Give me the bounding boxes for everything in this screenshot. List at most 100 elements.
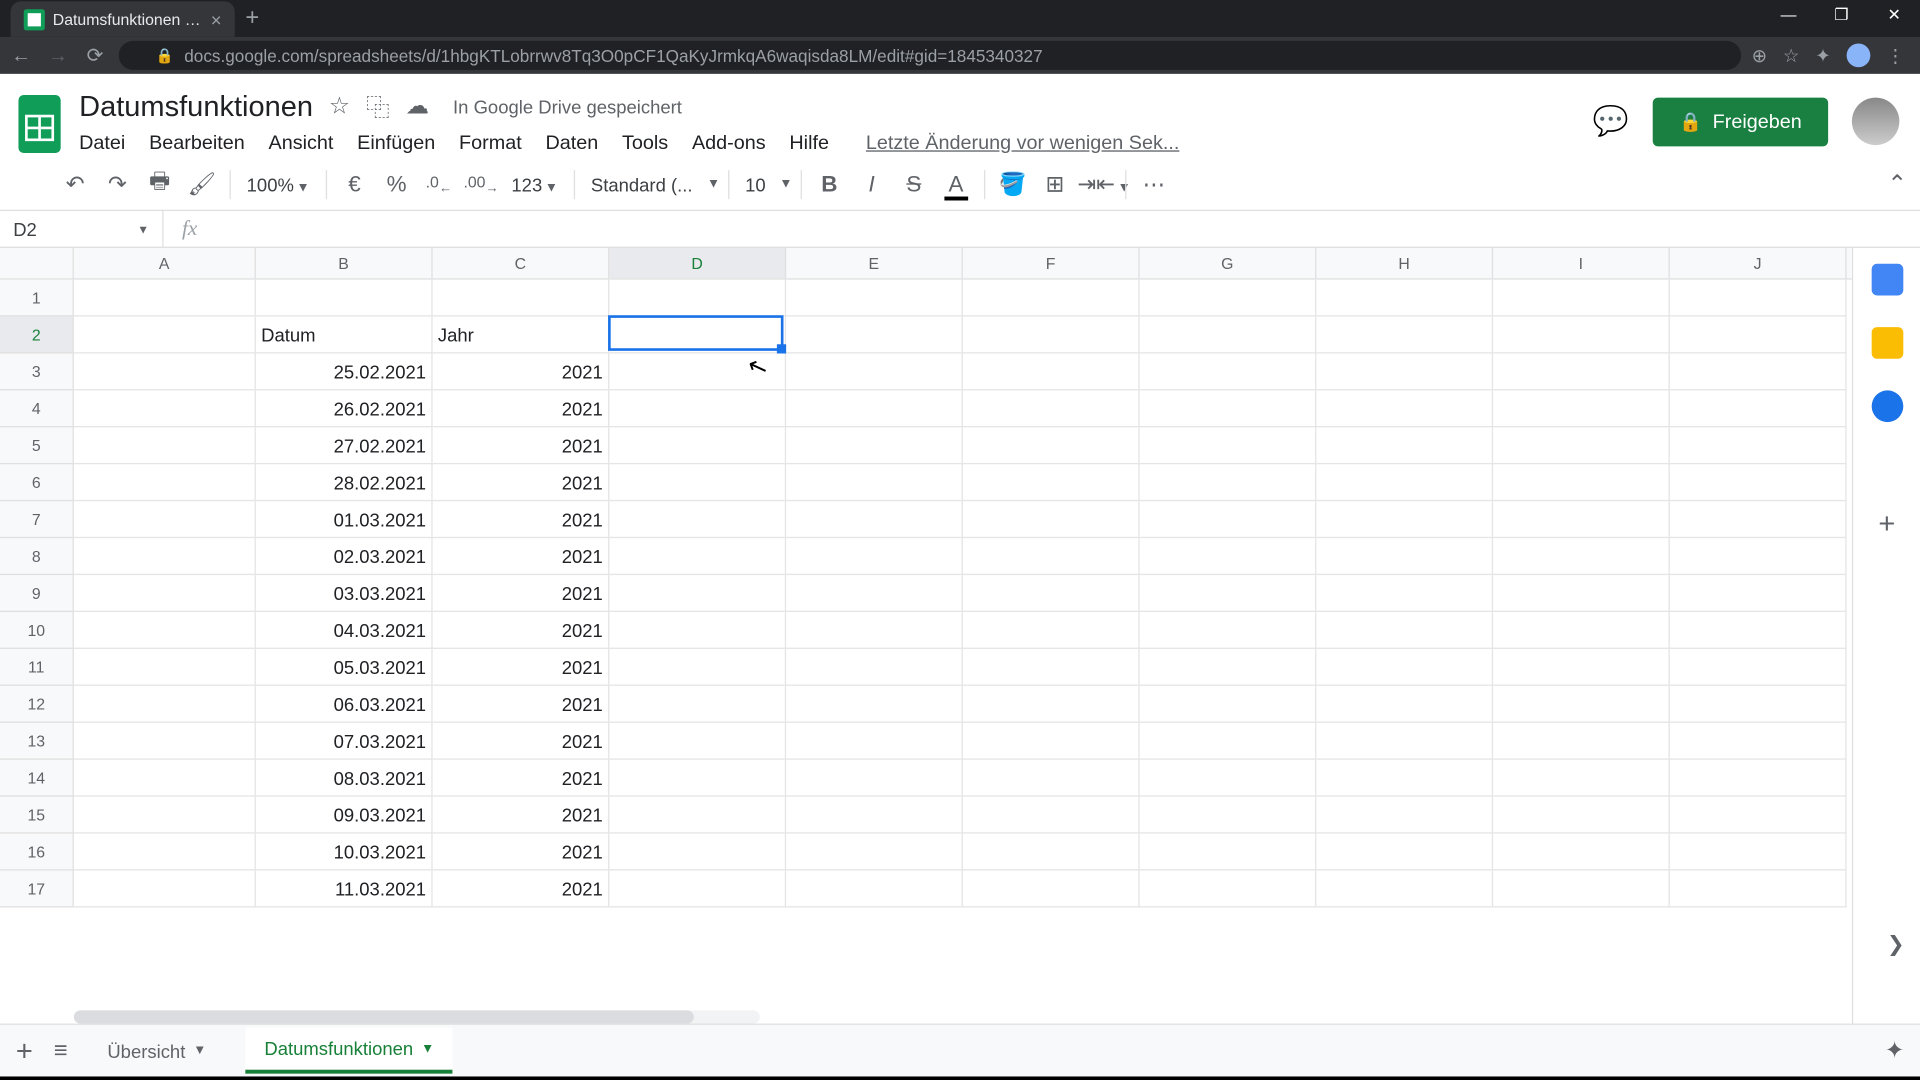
- cell-I11[interactable]: [1493, 649, 1670, 686]
- row-header-17[interactable]: 17: [0, 871, 73, 908]
- bookmark-icon[interactable]: ☆: [1783, 44, 1800, 66]
- cell-D16[interactable]: [609, 834, 786, 871]
- cell-D12[interactable]: [609, 686, 786, 723]
- font-size-dropdown[interactable]: 10: [737, 173, 774, 194]
- cell-E11[interactable]: [786, 649, 963, 686]
- undo-button[interactable]: ↶: [55, 171, 95, 197]
- row-header-13[interactable]: 13: [0, 723, 73, 760]
- print-button[interactable]: 🖶: [140, 165, 180, 203]
- cell-E16[interactable]: [786, 834, 963, 871]
- cell-A13[interactable]: [74, 723, 256, 760]
- cell-A12[interactable]: [74, 686, 256, 723]
- cell-I9[interactable]: [1493, 575, 1670, 612]
- cell-H10[interactable]: [1316, 612, 1493, 649]
- cell-G8[interactable]: [1140, 538, 1317, 575]
- menu-insert[interactable]: Einfügen: [357, 131, 435, 153]
- cell-I12[interactable]: [1493, 686, 1670, 723]
- cell-J17[interactable]: [1670, 871, 1847, 908]
- row-header-5[interactable]: 5: [0, 427, 73, 464]
- add-sheet-button[interactable]: +: [16, 1033, 33, 1067]
- cell-F15[interactable]: [963, 797, 1140, 834]
- select-all-corner[interactable]: [0, 248, 74, 280]
- cell-G4[interactable]: [1140, 390, 1317, 427]
- cell-B12[interactable]: 06.03.2021: [256, 686, 433, 723]
- cell-A5[interactable]: [74, 427, 256, 464]
- cell-G16[interactable]: [1140, 834, 1317, 871]
- cell-E12[interactable]: [786, 686, 963, 723]
- collapse-toolbar-button[interactable]: ⌃: [1887, 170, 1907, 198]
- cell-B17[interactable]: 11.03.2021: [256, 871, 433, 908]
- cell-G11[interactable]: [1140, 649, 1317, 686]
- menu-format[interactable]: Format: [459, 131, 522, 153]
- cell-C2[interactable]: Jahr: [433, 317, 610, 354]
- cell-G12[interactable]: [1140, 686, 1317, 723]
- cell-I2[interactable]: [1493, 317, 1670, 354]
- cell-E5[interactable]: [786, 427, 963, 464]
- cell-F14[interactable]: [963, 760, 1140, 797]
- cell-G3[interactable]: [1140, 353, 1317, 390]
- explore-button[interactable]: ✦: [1885, 1037, 1905, 1065]
- cell-J1[interactable]: [1670, 280, 1847, 317]
- cell-D17[interactable]: [609, 871, 786, 908]
- new-tab-button[interactable]: +: [235, 0, 270, 37]
- cell-H12[interactable]: [1316, 686, 1493, 723]
- cell-C13[interactable]: 2021: [433, 723, 610, 760]
- cell-J14[interactable]: [1670, 760, 1847, 797]
- cell-F9[interactable]: [963, 575, 1140, 612]
- cell-E1[interactable]: [786, 280, 963, 317]
- cell-C12[interactable]: 2021: [433, 686, 610, 723]
- row-header-11[interactable]: 11: [0, 649, 73, 686]
- row-header-6[interactable]: 6: [0, 464, 73, 501]
- cell-A14[interactable]: [74, 760, 256, 797]
- cell-J8[interactable]: [1670, 538, 1847, 575]
- menu-file[interactable]: Datei: [79, 131, 125, 153]
- cell-H1[interactable]: [1316, 280, 1493, 317]
- menu-edit[interactable]: Bearbeiten: [149, 131, 245, 153]
- fill-color-button[interactable]: 🪣: [993, 171, 1033, 197]
- cell-D8[interactable]: [609, 538, 786, 575]
- cell-J9[interactable]: [1670, 575, 1847, 612]
- row-header-1[interactable]: 1: [0, 280, 73, 317]
- cell-J11[interactable]: [1670, 649, 1847, 686]
- horizontal-scrollbar[interactable]: [74, 1010, 760, 1023]
- cell-H16[interactable]: [1316, 834, 1493, 871]
- zoom-dropdown[interactable]: 100%▼: [239, 173, 318, 194]
- cell-E7[interactable]: [786, 501, 963, 538]
- row-header-8[interactable]: 8: [0, 538, 73, 575]
- cell-D14[interactable]: [609, 760, 786, 797]
- cell-C11[interactable]: 2021: [433, 649, 610, 686]
- row-header-2[interactable]: 2: [0, 317, 73, 354]
- cell-D15[interactable]: [609, 797, 786, 834]
- close-window-button[interactable]: ✕: [1868, 0, 1920, 29]
- currency-button[interactable]: €: [335, 171, 375, 197]
- star-icon[interactable]: ☆: [329, 92, 350, 120]
- cell-F10[interactable]: [963, 612, 1140, 649]
- cell-J2[interactable]: [1670, 317, 1847, 354]
- row-header-7[interactable]: 7: [0, 501, 73, 538]
- row-header-4[interactable]: 4: [0, 390, 73, 427]
- cell-H7[interactable]: [1316, 501, 1493, 538]
- row-header-15[interactable]: 15: [0, 797, 73, 834]
- doc-title[interactable]: Datumsfunktionen: [79, 89, 313, 123]
- cell-A9[interactable]: [74, 575, 256, 612]
- cell-D11[interactable]: [609, 649, 786, 686]
- cell-E3[interactable]: [786, 353, 963, 390]
- cell-D13[interactable]: [609, 723, 786, 760]
- row-header-10[interactable]: 10: [0, 612, 73, 649]
- font-dropdown[interactable]: Standard (...: [583, 173, 702, 194]
- row-header-9[interactable]: 9: [0, 575, 73, 612]
- menu-addons[interactable]: Add-ons: [692, 131, 766, 153]
- cell-H13[interactable]: [1316, 723, 1493, 760]
- cell-F4[interactable]: [963, 390, 1140, 427]
- move-icon[interactable]: ⿻: [366, 89, 390, 123]
- cell-B6[interactable]: 28.02.2021: [256, 464, 433, 501]
- cell-E9[interactable]: [786, 575, 963, 612]
- extensions-icon[interactable]: ✦: [1815, 44, 1830, 66]
- cell-D7[interactable]: [609, 501, 786, 538]
- share-button[interactable]: 🔒 Freigeben: [1653, 97, 1828, 146]
- profile-avatar-icon[interactable]: [1847, 44, 1871, 68]
- row-header-12[interactable]: 12: [0, 686, 73, 723]
- percent-button[interactable]: %: [377, 171, 417, 197]
- cell-D3[interactable]: [609, 353, 786, 390]
- browser-tab[interactable]: Datumsfunktionen - Google Tab ×: [11, 1, 235, 37]
